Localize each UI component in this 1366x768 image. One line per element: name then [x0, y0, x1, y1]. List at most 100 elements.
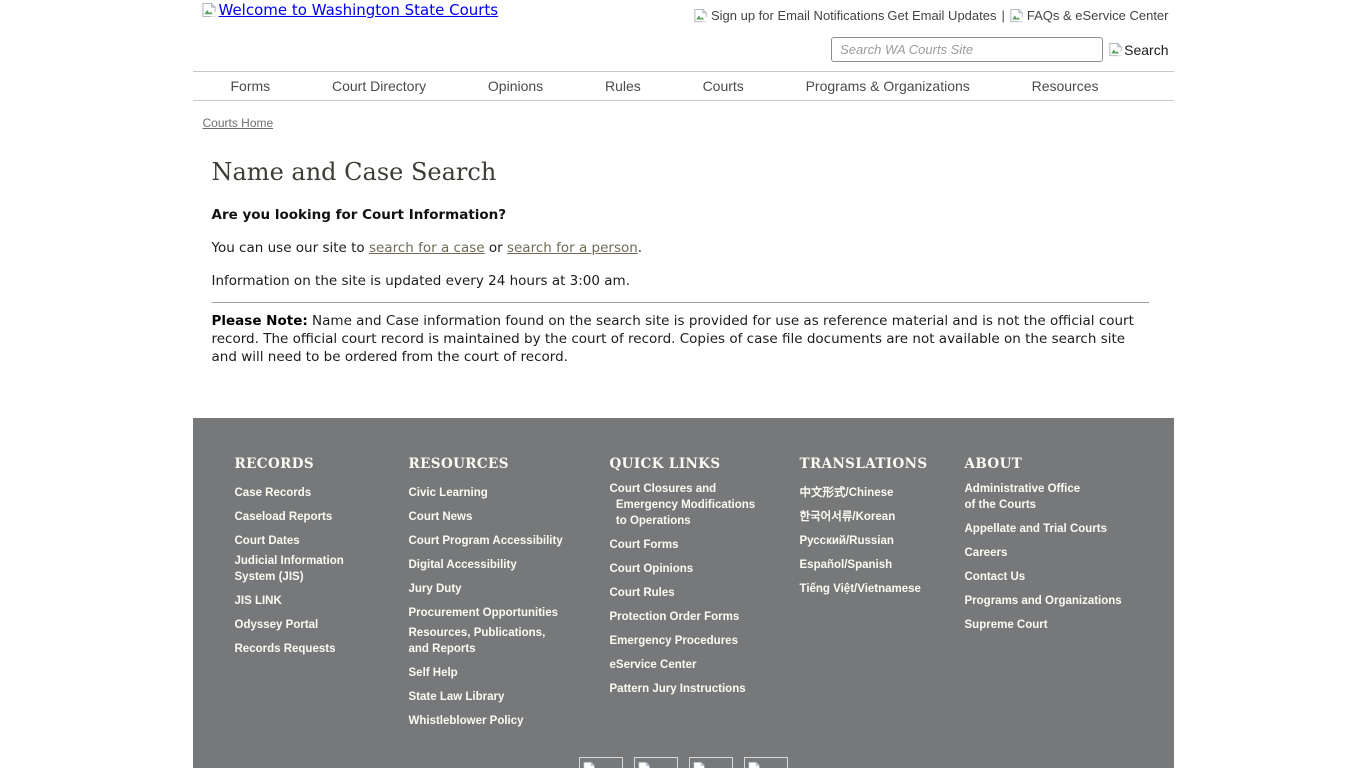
email-updates-label: Get Email Updates	[887, 8, 996, 23]
primary-nav: Forms Court Directory Opinions Rules Cou…	[193, 71, 1174, 101]
social-link-3[interactable]	[689, 757, 733, 768]
footer-link-korean[interactable]: 한국어서류/Korean	[800, 509, 896, 525]
search-for-case-link[interactable]: search for a case	[369, 240, 485, 256]
footer-link[interactable]: Whistleblower Policy	[409, 713, 524, 729]
footer-heading-about: ABOUT	[965, 456, 1165, 472]
breadcrumb: Courts Home	[193, 101, 1174, 131]
broken-image-icon	[1010, 8, 1024, 23]
social-links-row	[193, 757, 1174, 768]
faq-eservice-label: FAQs & eService Center	[1027, 8, 1169, 23]
footer-link[interactable]: eService Center	[610, 657, 697, 673]
header-separator: |	[1001, 8, 1004, 23]
footer-link[interactable]: Civic Learning	[409, 485, 488, 501]
nav-item-courts[interactable]: Courts	[703, 78, 744, 94]
footer-link[interactable]: Pattern Jury Instructions	[610, 681, 746, 697]
footer-link-chinese[interactable]: 中文形式/Chinese	[800, 485, 894, 501]
footer-link[interactable]: Administrative Office of the Courts	[965, 481, 1081, 513]
footer-columns: RECORDS Case Records Caseload Reports Co…	[235, 456, 1174, 733]
nav-item-forms[interactable]: Forms	[231, 78, 271, 94]
site-search: Search	[831, 37, 1168, 62]
footer-link[interactable]: Caseload Reports	[235, 509, 333, 525]
footer-link[interactable]: Court Opinions	[610, 561, 694, 577]
footer-link[interactable]: Resources, Publications, and Reports	[409, 625, 546, 657]
page-title: Name and Case Search	[212, 158, 1149, 186]
search-button-label: Search	[1124, 42, 1168, 58]
nav-item-resources[interactable]: Resources	[1032, 78, 1099, 94]
footer-link[interactable]: Digital Accessibility	[409, 557, 517, 573]
footer-link[interactable]: Emergency Procedures	[610, 633, 738, 649]
footer-link-russian[interactable]: Русский/Russian	[800, 533, 894, 549]
nav-item-rules[interactable]: Rules	[605, 78, 641, 94]
court-information-question: Are you looking for Court Information?	[212, 207, 1149, 223]
nav-item-programs-organizations[interactable]: Programs & Organizations	[806, 78, 970, 94]
broken-image-icon	[694, 8, 708, 23]
footer-link[interactable]: Procurement Opportunities	[409, 605, 559, 621]
footer-column-translations: TRANSLATIONS 中文形式/Chinese 한국어서류/Korean Р…	[800, 456, 965, 733]
footer-column-resources: RESOURCES Civic Learning Court News Cour…	[409, 456, 610, 733]
nav-item-opinions[interactable]: Opinions	[488, 78, 543, 94]
broken-image-icon	[583, 761, 596, 768]
social-link-2[interactable]	[634, 757, 678, 768]
site-logo-link[interactable]: Welcome to Washington State Courts	[202, 1, 499, 19]
site-header: Welcome to Washington State Courts Sign …	[193, 0, 1174, 71]
footer-link[interactable]: Protection Order Forms	[610, 609, 740, 625]
update-info: Information on the site is updated every…	[212, 273, 1149, 289]
social-link-1[interactable]	[579, 757, 623, 768]
email-signup-alt-text: Sign up for Email Notifications	[711, 8, 884, 23]
usage-prefix: You can use our site to	[212, 240, 369, 256]
site-logo-alt-text: Welcome to Washington State Courts	[219, 1, 499, 19]
footer-link[interactable]: Jury Duty	[409, 581, 462, 597]
footer-link[interactable]: Odyssey Portal	[235, 617, 319, 633]
footer-heading-translations: TRANSLATIONS	[800, 456, 965, 472]
main-content: Name and Case Search Are you looking for…	[193, 158, 1174, 366]
footer-link[interactable]: Court Program Accessibility	[409, 533, 563, 549]
footer-link[interactable]: Records Requests	[235, 641, 336, 657]
footer-link[interactable]: Appellate and Trial Courts	[965, 521, 1108, 537]
footer-heading-quick-links: QUICK LINKS	[610, 456, 800, 472]
footer-link[interactable]: Case Records	[235, 485, 312, 501]
footer-link[interactable]: Careers	[965, 545, 1008, 561]
content-divider	[212, 302, 1149, 303]
footer-column-quick-links: QUICK LINKS Court Closures and Emergency…	[610, 456, 800, 733]
footer-column-about: ABOUT Administrative Office of the Court…	[965, 456, 1165, 733]
footer-link[interactable]: State Law Library	[409, 689, 505, 705]
footer-column-records: RECORDS Case Records Caseload Reports Co…	[235, 456, 409, 733]
social-link-4[interactable]	[744, 757, 788, 768]
footer-link[interactable]: Court Rules	[610, 585, 675, 601]
please-note-text: Name and Case information found on the s…	[212, 313, 1134, 365]
search-for-person-link[interactable]: search for a person	[507, 240, 638, 256]
footer-link[interactable]: Court News	[409, 509, 473, 525]
footer-link-vietnamese[interactable]: Tiếng Việt/Vietnamese	[800, 581, 921, 597]
footer-heading-resources: RESOURCES	[409, 456, 610, 472]
broken-image-icon	[1109, 42, 1123, 57]
email-notifications-link[interactable]: Sign up for Email Notifications Get Emai…	[694, 8, 997, 23]
footer-link-spanish[interactable]: Español/Spanish	[800, 557, 893, 573]
please-note-label: Please Note:	[212, 313, 308, 329]
broken-image-icon	[693, 761, 706, 768]
nav-item-court-directory[interactable]: Court Directory	[332, 78, 426, 94]
footer-link[interactable]: Supreme Court	[965, 617, 1048, 633]
footer-heading-records: RECORDS	[235, 456, 409, 472]
faq-eservice-link[interactable]: FAQs & eService Center	[1010, 8, 1169, 23]
footer-link[interactable]: Programs and Organizations	[965, 593, 1122, 609]
footer-link[interactable]: Judicial Information System (JIS)	[235, 553, 344, 585]
page-container: Welcome to Washington State Courts Sign …	[193, 0, 1174, 768]
footer-link[interactable]: Court Dates	[235, 533, 300, 549]
broken-image-icon	[202, 2, 217, 18]
broken-image-icon	[638, 761, 651, 768]
broken-image-icon	[748, 761, 761, 768]
footer-link[interactable]: JIS LINK	[235, 593, 282, 609]
breadcrumb-courts-home-link[interactable]: Courts Home	[203, 116, 274, 130]
search-button[interactable]: Search	[1109, 42, 1168, 58]
usage-sentence: You can use our site to search for a cas…	[212, 240, 1149, 256]
footer-link[interactable]: Court Forms	[610, 537, 679, 553]
header-utility-links: Sign up for Email Notifications Get Emai…	[694, 8, 1169, 23]
please-note-paragraph: Please Note: Name and Case information f…	[212, 312, 1152, 366]
search-input[interactable]	[831, 37, 1103, 62]
site-footer: RECORDS Case Records Caseload Reports Co…	[193, 418, 1174, 768]
usage-suffix: .	[638, 240, 642, 256]
footer-link[interactable]: Court Closures and Emergency Modificatio…	[610, 481, 756, 529]
footer-link[interactable]: Self Help	[409, 665, 458, 681]
usage-middle: or	[485, 240, 507, 256]
footer-link[interactable]: Contact Us	[965, 569, 1026, 585]
